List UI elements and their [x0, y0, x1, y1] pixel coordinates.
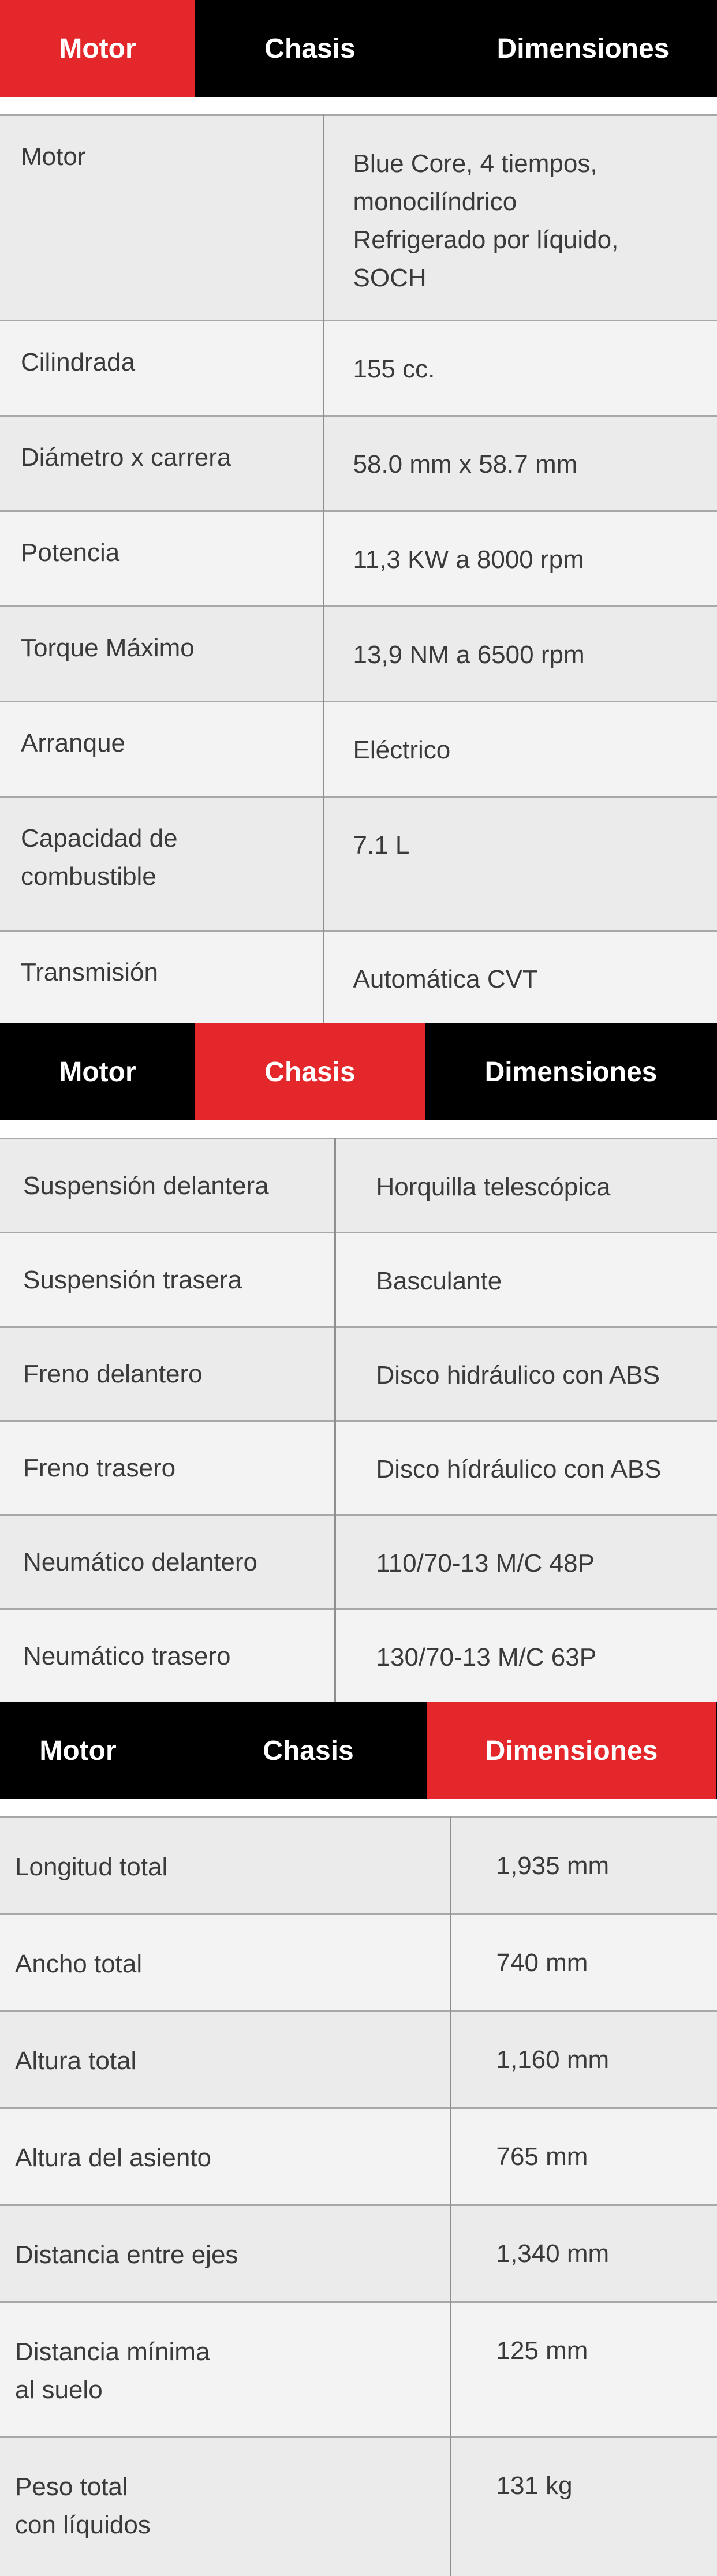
spec-value: Disco hídráulico con ABS: [335, 1420, 717, 1515]
spec-value: 11,3 KW a 8000 rpm: [323, 510, 717, 607]
spec-value: 131 kg: [450, 2436, 717, 2576]
chasis-spec-table: Suspensión delantera Horquilla telescópic…: [0, 1138, 717, 1703]
section-gap: [0, 97, 717, 114]
motor-section: Motor Chasis Dimensiones Motor Blue Core,…: [0, 0, 717, 1025]
spec-label: Transmisión: [0, 930, 324, 1025]
spec-value: 7.1 L: [323, 796, 717, 931]
spec-value: 130/70-13 M/C 63P: [335, 1608, 717, 1703]
spec-value: 1,340 mm: [450, 2204, 717, 2302]
tab-chasis[interactable]: Chasis: [156, 1702, 461, 1799]
tab-bar: Motor Chasis Dimensiones: [0, 0, 717, 97]
spec-value: 110/70-13 M/C 48P: [335, 1514, 717, 1609]
table-row: Freno delantero Disco hidráulico con ABS: [0, 1326, 717, 1421]
spec-label: Diámetro x carrera: [0, 415, 324, 511]
spec-value: 155 cc.: [323, 320, 717, 416]
table-row: Ancho total 740 mm: [0, 1913, 717, 2012]
spec-label: Neumático trasero: [0, 1608, 336, 1703]
tab-bar: Motor Chasis Dimensiones: [0, 1702, 717, 1799]
table-row: Motor Blue Core, 4 tiempos, monocilíndric…: [0, 114, 717, 321]
table-row: Arranque Eléctrico: [0, 701, 717, 797]
tab-motor[interactable]: Motor: [0, 0, 195, 97]
spec-value: Disco hidráulico con ABS: [335, 1326, 717, 1421]
spec-value: 58.0 mm x 58.7 mm: [323, 415, 717, 511]
spec-label: Suspensión delantera: [0, 1138, 336, 1233]
spec-value: Blue Core, 4 tiempos, monocilíndrico Ref…: [323, 114, 717, 321]
spec-value: 1,935 mm: [450, 1816, 717, 1915]
spec-label: Peso total con líquidos: [0, 2436, 451, 2576]
spec-label: Torque Máximo: [0, 605, 324, 702]
spec-value: Basculante: [335, 1232, 717, 1327]
tab-chasis[interactable]: Chasis: [195, 0, 425, 97]
tab-chasis[interactable]: Chasis: [195, 1023, 425, 1120]
table-row: Altura del asiento 765 mm: [0, 2107, 717, 2205]
table-row: Neumático trasero 130/70-13 M/C 63P: [0, 1608, 717, 1703]
section-gap: [0, 1799, 717, 1816]
table-row: Torque Máximo 13,9 NM a 6500 rpm: [0, 605, 717, 702]
spec-value: 765 mm: [450, 2107, 717, 2205]
spec-value: Automática CVT: [323, 930, 717, 1025]
spec-label: Neumático delantero: [0, 1514, 336, 1609]
spec-label: Freno delantero: [0, 1326, 336, 1421]
table-row: Cilindrada 155 cc.: [0, 320, 717, 416]
table-row: Distancia entre ejes 1,340 mm: [0, 2204, 717, 2302]
spec-label: Potencia: [0, 510, 324, 607]
spec-label: Suspensión trasera: [0, 1232, 336, 1327]
spec-value: 125 mm: [450, 2301, 717, 2437]
spec-value: 1,160 mm: [450, 2010, 717, 2108]
motor-spec-table: Motor Blue Core, 4 tiempos, monocilíndric…: [0, 114, 717, 1025]
spec-label: Ancho total: [0, 1913, 451, 2012]
spec-label: Longitud total: [0, 1816, 451, 1915]
spec-label: Freno trasero: [0, 1420, 336, 1515]
spec-value: 740 mm: [450, 1913, 717, 2012]
dimensiones-spec-table: Longitud total 1,935 mm Ancho total 740 mm A…: [0, 1816, 717, 2576]
table-row: Diámetro x carrera 58.0 mm x 58.7 mm: [0, 415, 717, 511]
table-row: Altura total 1,160 mm: [0, 2010, 717, 2108]
spec-value: Horquilla telescópica: [335, 1138, 717, 1233]
tab-bar: Motor Chasis Dimensiones: [0, 1023, 717, 1120]
section-gap: [0, 1120, 717, 1138]
table-row: Transmisión Automática CVT: [0, 930, 717, 1025]
spec-label: Arranque: [0, 701, 324, 797]
tab-dimensiones[interactable]: Dimensiones: [439, 0, 717, 97]
chasis-section: Motor Chasis Dimensiones Suspensión dela…: [0, 1023, 717, 1703]
dimensiones-section: Motor Chasis Dimensiones Longitud total 1…: [0, 1702, 717, 2576]
table-row: Potencia 11,3 KW a 8000 rpm: [0, 510, 717, 607]
table-row: Suspensión delantera Horquilla telescópic…: [0, 1138, 717, 1233]
spec-label: Altura del asiento: [0, 2107, 451, 2205]
spec-label: Capacidad de combustible: [0, 796, 324, 931]
table-row: Distancia mínima al suelo 125 mm: [0, 2301, 717, 2437]
table-row: Freno trasero Disco hídráulico con ABS: [0, 1420, 717, 1515]
tab-motor[interactable]: Motor: [0, 1702, 156, 1799]
table-row: Neumático delantero 110/70-13 M/C 48P: [0, 1514, 717, 1609]
spec-label: Cilindrada: [0, 320, 324, 416]
spec-label: Altura total: [0, 2010, 451, 2108]
table-row: Peso total con líquidos 131 kg: [0, 2436, 717, 2576]
tab-dimensiones[interactable]: Dimensiones: [425, 1023, 717, 1120]
table-row: Longitud total 1,935 mm: [0, 1816, 717, 1915]
spec-value: 13,9 NM a 6500 rpm: [323, 605, 717, 702]
table-row: Suspensión trasera Basculante: [0, 1232, 717, 1327]
spec-label: Distancia mínima al suelo: [0, 2301, 451, 2437]
tab-dimensiones[interactable]: Dimensiones: [427, 1702, 716, 1799]
spec-label: Motor: [0, 114, 324, 321]
spec-label: Distancia entre ejes: [0, 2204, 451, 2302]
tab-motor[interactable]: Motor: [0, 1023, 195, 1120]
table-row: Capacidad de combustible 7.1 L: [0, 796, 717, 931]
spec-value: Eléctrico: [323, 701, 717, 797]
